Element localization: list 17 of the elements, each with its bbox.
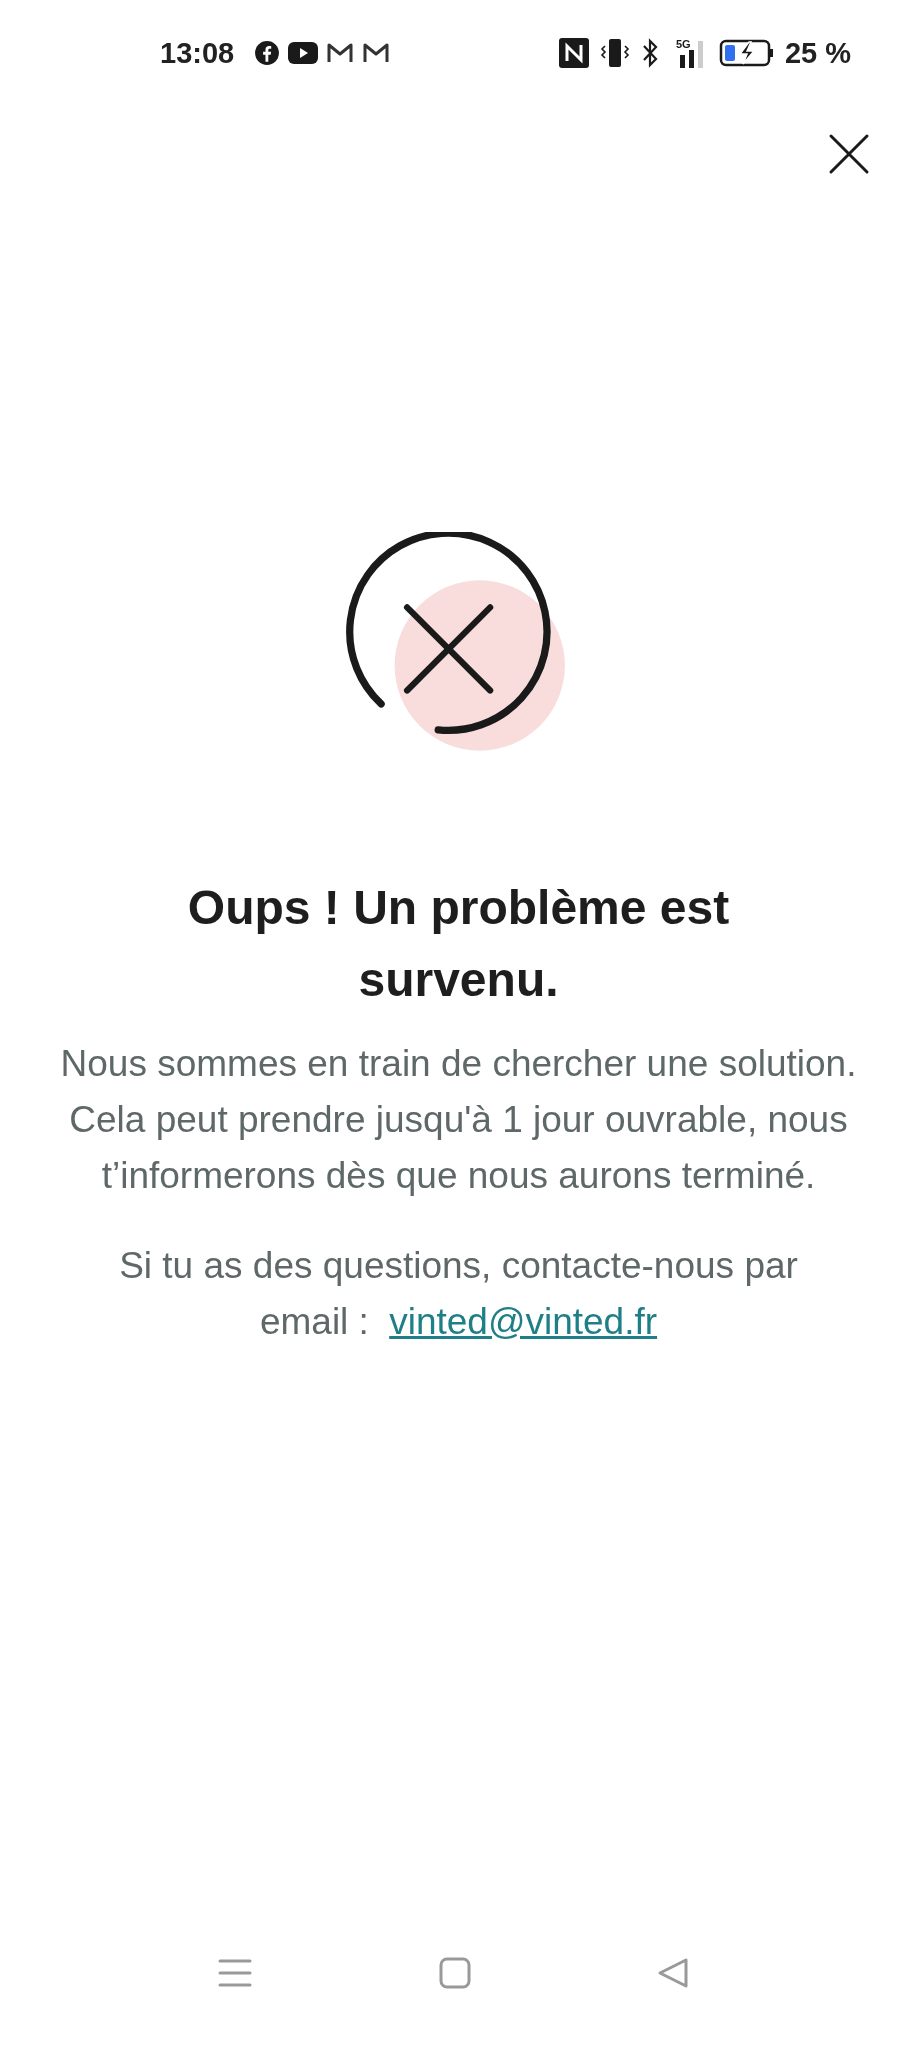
menu-icon[interactable] — [218, 1958, 252, 1988]
error-message: Nous sommes en train de chercher une solution. Cela peut prendre jusqu'à 1 jour ouvrable, nous t’informerons dès que nous aurons terminé. — [59, 1042, 858, 1198]
bluetooth-icon — [640, 38, 659, 68]
mail-icon — [326, 42, 355, 64]
home-icon[interactable] — [438, 1957, 471, 1989]
clock-time: 13:08 — [160, 36, 235, 70]
play-icon — [288, 42, 319, 64]
back-icon[interactable] — [657, 1957, 689, 1989]
battery-percent: 25 % — [784, 36, 851, 70]
email-link[interactable]: vinted@vinted.fr — [389, 1301, 658, 1342]
nfc-icon — [558, 38, 589, 68]
contact-text: Si tu as des questions, contacte-nous par email : vinted@vinted.fr — [118, 1244, 799, 1344]
mail-icon — [362, 42, 391, 64]
battery-icon — [718, 38, 775, 68]
error-title: Oups ! Un problème est survenu. — [186, 880, 731, 1008]
vibrate-icon — [598, 38, 631, 68]
facebook-icon — [254, 40, 281, 66]
